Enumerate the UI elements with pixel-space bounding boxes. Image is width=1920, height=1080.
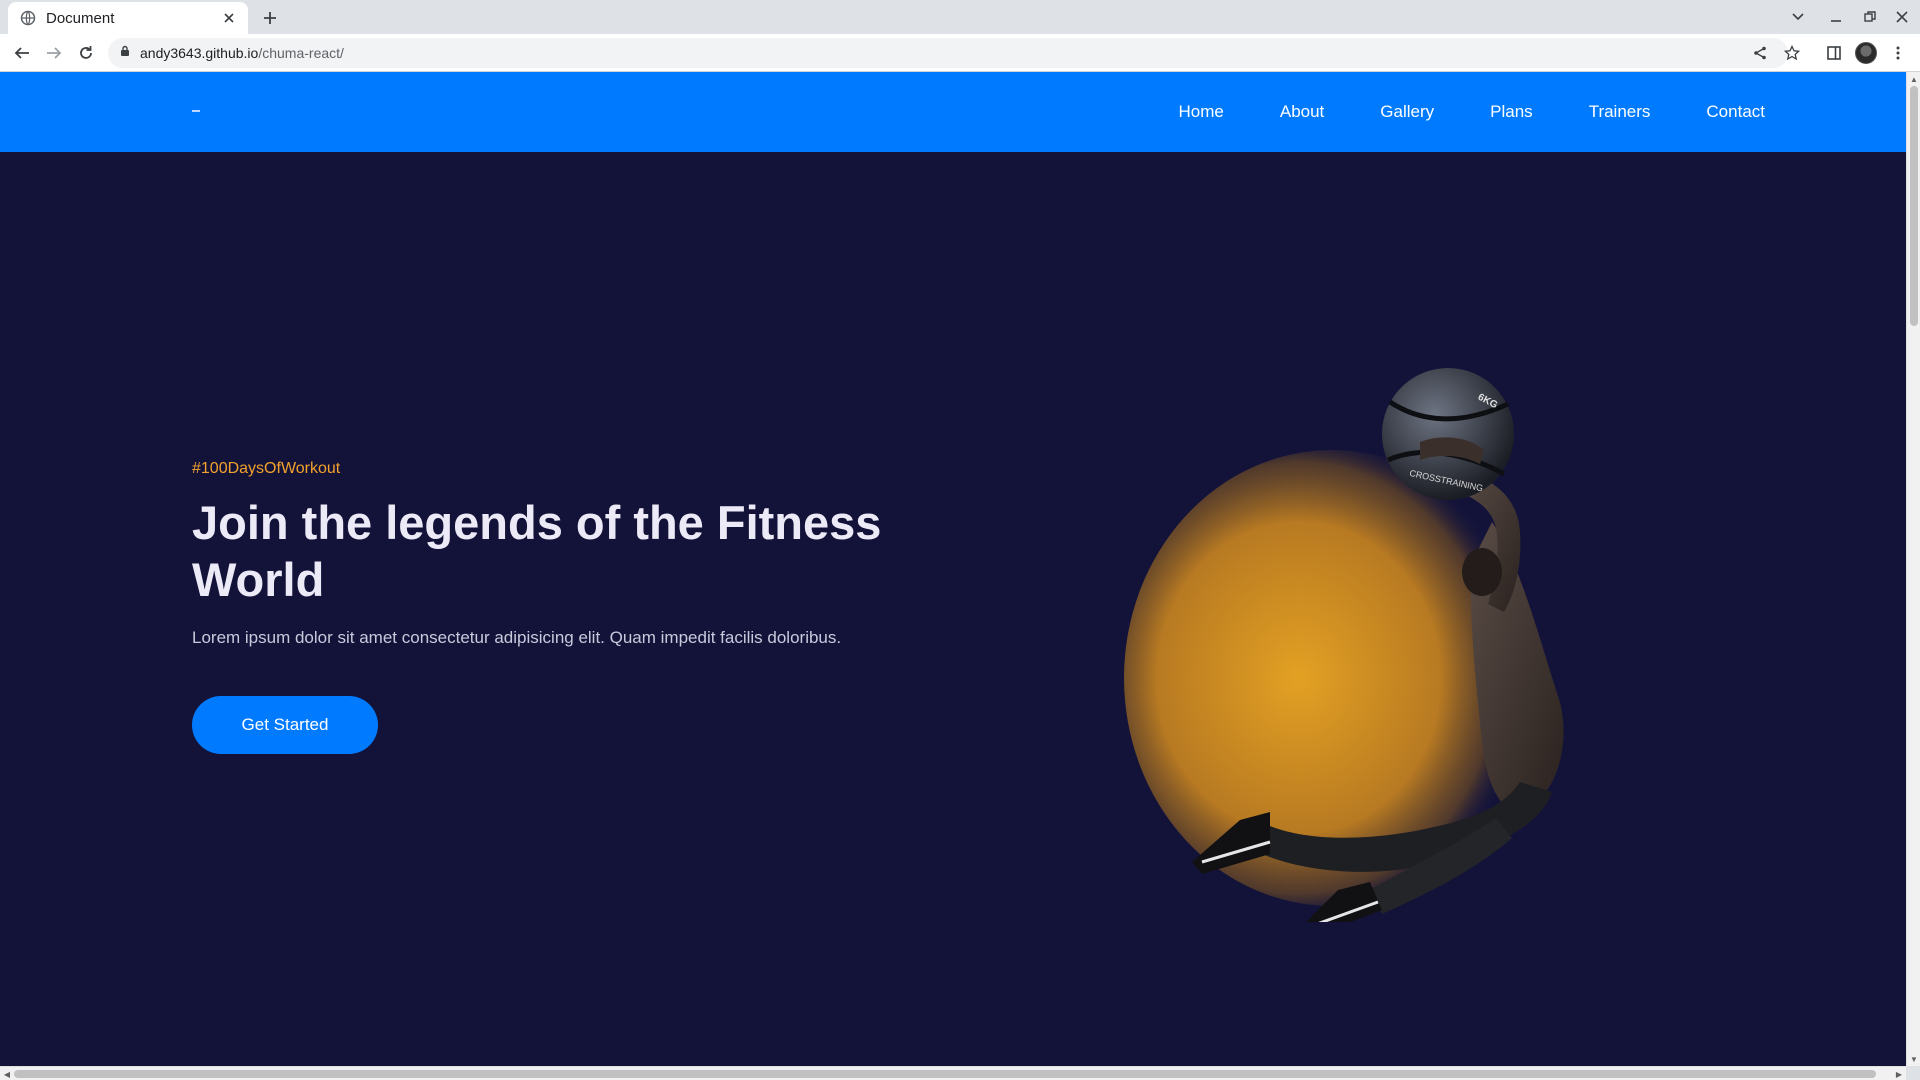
page-viewport: Home About Gallery Plans Trainers Contac…: [0, 72, 1906, 1066]
url-path: /chuma-react/: [258, 45, 344, 61]
hero-athlete-image: CROSSTRAINING 6KG: [1124, 368, 1564, 922]
plus-icon[interactable]: [258, 6, 282, 30]
lock-icon[interactable]: [120, 44, 130, 62]
star-icon[interactable]: [1780, 41, 1804, 65]
nav-trainers[interactable]: Trainers: [1589, 102, 1651, 122]
profile-avatar[interactable]: [1855, 42, 1877, 64]
side-panel-icon[interactable]: [1822, 41, 1846, 65]
kebab-menu-icon[interactable]: [1886, 41, 1910, 65]
tab-title: Document: [46, 9, 115, 27]
chevron-down-icon[interactable]: [1786, 6, 1810, 28]
nav-gallery[interactable]: Gallery: [1380, 102, 1434, 122]
vertical-scroll-thumb[interactable]: [1910, 86, 1918, 326]
minimize-icon[interactable]: [1824, 6, 1848, 28]
nav-plans[interactable]: Plans: [1490, 102, 1533, 122]
nav-links: Home About Gallery Plans Trainers Contac…: [1179, 72, 1766, 152]
close-window-icon[interactable]: [1890, 6, 1914, 28]
browser-toolbar: andy3643.github.io/chuma-react/: [0, 34, 1920, 72]
browser-tab[interactable]: Document: [8, 2, 248, 34]
nav-contact[interactable]: Contact: [1706, 102, 1765, 122]
get-started-button[interactable]: Get Started: [192, 696, 378, 754]
close-icon[interactable]: [220, 9, 238, 27]
hero-title: Join the legends of the Fitness World: [192, 496, 882, 606]
reload-icon[interactable]: [74, 41, 98, 65]
globe-icon: [20, 10, 36, 26]
url-host: andy3643.github.io: [140, 45, 259, 61]
scroll-down-arrow-icon[interactable]: ▼: [1907, 1052, 1920, 1066]
forward-arrow-icon[interactable]: [42, 41, 66, 65]
scroll-left-arrow-icon[interactable]: ◀: [0, 1067, 14, 1080]
hero-hashtag: #100DaysOfWorkout: [192, 460, 341, 477]
site-logo[interactable]: [192, 110, 200, 112]
tab-strip: Document: [0, 0, 1920, 34]
scroll-up-arrow-icon[interactable]: ▲: [1907, 72, 1920, 86]
back-arrow-icon[interactable]: [10, 41, 34, 65]
address-bar[interactable]: andy3643.github.io/chuma-react/: [108, 38, 1800, 68]
hero-description: Lorem ipsum dolor sit amet consectetur a…: [192, 628, 842, 647]
site-navbar: Home About Gallery Plans Trainers Contac…: [0, 72, 1906, 152]
horizontal-scrollbar[interactable]: ◀ ▶: [0, 1066, 1906, 1080]
share-icon[interactable]: [1748, 41, 1772, 65]
scroll-right-arrow-icon[interactable]: ▶: [1892, 1067, 1906, 1080]
restore-icon[interactable]: [1858, 6, 1882, 28]
horizontal-scroll-thumb[interactable]: [14, 1070, 1876, 1078]
nav-about[interactable]: About: [1280, 102, 1324, 122]
vertical-scrollbar[interactable]: ▲ ▼: [1906, 72, 1920, 1066]
nav-home[interactable]: Home: [1179, 102, 1224, 122]
